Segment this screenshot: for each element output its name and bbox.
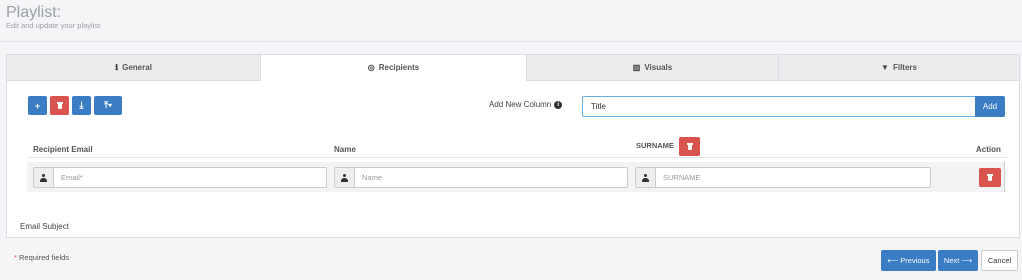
page-title: Playlist:	[6, 4, 62, 21]
add-column-button[interactable]: Add	[975, 96, 1005, 117]
surname-field[interactable]: SURNAME	[635, 167, 931, 188]
email-placeholder: Email*	[61, 173, 83, 182]
delete-column-button[interactable]	[679, 137, 700, 156]
upload-dropdown-button[interactable]: ⤒▾	[94, 96, 122, 115]
table-divider	[27, 157, 1007, 158]
trash-icon	[987, 174, 993, 181]
email-subject-label: Email Subject	[20, 222, 69, 231]
tab-visuals[interactable]: ▥ Visuals	[527, 55, 779, 81]
previous-button[interactable]: ⟵ Previous	[881, 250, 936, 271]
add-recipient-button[interactable]: +	[28, 96, 47, 115]
user-icon	[40, 173, 47, 182]
addon	[335, 168, 355, 187]
playlist-panel: ℹ General ◎ Recipients ▥ Visuals ▼ Filte…	[6, 54, 1020, 238]
target-icon: ◎	[367, 63, 375, 72]
addon	[34, 168, 54, 187]
email-field[interactable]: Email*	[33, 167, 327, 188]
upload-icon: ⤒▾	[104, 100, 112, 110]
column-header-action: Action	[976, 145, 1001, 154]
trash-icon	[56, 102, 63, 109]
tab-label: Visuals	[644, 63, 673, 72]
download-button[interactable]: ⤓	[72, 96, 91, 115]
addon	[636, 168, 656, 187]
column-header-email: Recipient Email	[33, 145, 93, 154]
surname-placeholder: SURNAME	[663, 173, 701, 182]
info-icon: i	[554, 100, 563, 109]
page-header: Playlist: Edit and update your playlist	[0, 0, 1022, 42]
tab-general[interactable]: ℹ General	[7, 55, 261, 81]
tab-label: Recipients	[378, 63, 420, 72]
tab-recipients[interactable]: ◎ Recipients	[261, 55, 527, 81]
tab-label: Filters	[892, 63, 917, 72]
column-header-surname: SURNAME	[636, 141, 674, 150]
tab-label: General	[122, 63, 152, 72]
tab-filters[interactable]: ▼ Filters	[779, 55, 1019, 81]
bar-chart-icon: ▥	[632, 63, 641, 72]
page-subtitle: Edit and update your playlist	[6, 21, 101, 30]
name-placeholder: Name	[362, 173, 383, 182]
plus-icon: +	[34, 100, 41, 111]
cancel-button[interactable]: Cancel	[981, 250, 1018, 271]
delete-row-button[interactable]	[979, 168, 1001, 187]
tab-bar: ℹ General ◎ Recipients ▥ Visuals ▼ Filte…	[7, 55, 1019, 81]
filter-icon: ▼	[881, 63, 889, 72]
new-column-input[interactable]: Title	[582, 96, 982, 117]
delete-all-button[interactable]	[50, 96, 69, 115]
arrow-right-icon: ⟶	[961, 256, 973, 265]
name-field[interactable]: Name	[334, 167, 628, 188]
required-note: * Required fields	[14, 253, 70, 262]
user-icon	[642, 173, 649, 182]
trash-icon	[686, 143, 693, 150]
add-column-label: Add New Column i	[489, 100, 563, 109]
info-icon: ℹ	[115, 63, 119, 72]
next-button[interactable]: Next ⟶	[938, 250, 978, 271]
user-icon	[341, 173, 348, 182]
arrow-left-icon: ⟵	[887, 256, 899, 265]
column-header-name: Name	[334, 145, 356, 154]
download-icon: ⤓	[79, 100, 84, 110]
